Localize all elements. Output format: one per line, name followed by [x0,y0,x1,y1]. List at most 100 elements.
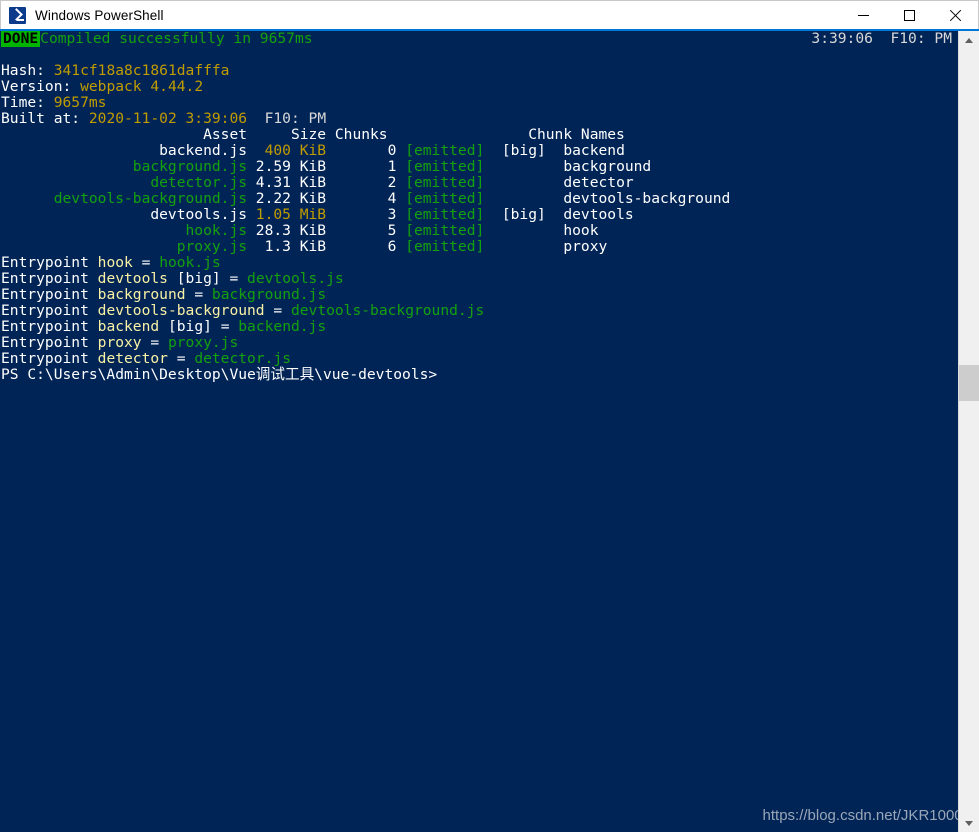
entrypoint-equals: = [194,286,212,303]
gap-a [396,238,405,255]
space-1 [45,62,54,79]
entrypoint-list: Entrypoint hook = hook.js Entrypoint devt… [0,255,958,367]
scroll-down-button[interactable] [959,814,979,832]
entrypoint-equals: = [176,350,195,367]
asset-name: detector.js [1,174,248,191]
asset-chunk-id: 6 [326,238,397,255]
close-button[interactable] [932,1,978,30]
version-value: webpack 4.44.2 [80,78,204,95]
entrypoint-row: Entrypoint background = background.js [0,287,958,303]
time-label: Time: [1,94,45,111]
scroll-up-icon [965,37,973,43]
entrypoint-big-flag: [big] [167,318,221,335]
entrypoint-keyword: Entrypoint [1,254,98,271]
header-gap [396,126,528,143]
asset-table-row: background.js 2.59 KiB 1 [emitted] backg… [0,159,958,175]
status-right-overlay: 3:39:06 F10: PM [811,31,952,47]
entrypoint-name: detector [97,350,168,367]
asset-size: 2.59 KiB [247,158,327,175]
space-5 [247,110,265,127]
entrypoint-keyword: Entrypoint [1,270,98,287]
asset-table-header: Asset Size Chunks Chunk Names [0,127,958,143]
gap-a [396,190,405,207]
entrypoint-name: hook [97,254,133,271]
hash-label: Hash: [1,62,45,79]
entrypoint-equals: = [220,318,239,335]
maximize-icon [903,9,915,21]
asset-size: 2.22 KiB [247,190,327,207]
console-output[interactable]: DONE Compiled successfully in 9657ms 3:39:… [0,31,958,832]
gap-b [159,318,168,335]
time-line: Time: 9657ms [0,95,958,111]
entrypoint-row: Entrypoint proxy = proxy.js [0,335,958,351]
close-icon [949,9,962,22]
powershell-icon [9,6,26,24]
asset-emitted-flag: [emitted] [405,158,502,175]
asset-big-flag: [big] [501,142,564,159]
gap-b [186,286,195,303]
entrypoint-file: backend.js [238,318,327,335]
prompt-path: PS C:\Users\Admin\Desktop\Vue调试工具\vue-de… [1,366,438,383]
window-title: Windows PowerShell [35,7,164,23]
asset-name: hook.js [1,222,248,239]
asset-chunk-id: 2 [326,174,397,191]
entrypoint-name: backend [97,318,160,335]
powershell-window: Windows PowerShell DONE Compiled successf… [0,0,979,832]
entrypoint-file: devtools-background.js [290,302,485,319]
minimize-icon [857,14,869,16]
hash-line: Hash: 341cf18a8c1861dafffa [0,63,958,79]
gap-a [396,206,405,223]
asset-big-flag [502,174,564,191]
gap-a [396,174,405,191]
asset-table-row: detector.js 4.31 KiB 2 [emitted] detecto… [0,175,958,191]
asset-name: backend.js [1,142,248,159]
asset-big-flag [502,222,564,239]
asset-name: background.js [1,158,248,175]
entrypoint-name: background [97,286,186,303]
version-line: Version: webpack 4.44.2 [0,79,958,95]
built-at-line: Built at: 2020-11-02 3:39:06 F10: PM [0,111,958,127]
asset-name: proxy.js [1,238,248,255]
entrypoint-file: devtools.js [247,270,344,287]
entrypoint-keyword: Entrypoint [1,286,98,303]
entrypoint-keyword: Entrypoint [1,318,98,335]
asset-size: 1.05 MiB [247,206,327,223]
asset-table-row: hook.js 28.3 KiB 5 [emitted] hook [0,223,958,239]
asset-table-row: devtools.js 1.05 MiB 3 [emitted] [big] d… [0,207,958,223]
asset-table-body: backend.js 400 KiB 0 [emitted] [big] bac… [0,143,958,255]
space-2 [71,78,80,95]
window-controls [840,1,978,30]
asset-name: devtools.js [1,206,248,223]
minimize-button[interactable] [840,1,886,30]
entrypoint-name: proxy [97,334,142,351]
asset-big-flag [502,238,564,255]
asset-big-flag [502,158,564,175]
compile-message: Compiled successfully in 9657ms [40,31,313,47]
console-scrollbar[interactable] [958,31,979,832]
version-label: Version: [1,78,72,95]
entrypoint-big-flag: [big] [176,270,230,287]
entrypoint-row: Entrypoint devtools-background = devtool… [0,303,958,319]
gap-b [168,270,177,287]
entrypoint-row: Entrypoint backend [big] = backend.js [0,319,958,335]
entrypoint-name: devtools [97,270,168,287]
scroll-up-button[interactable] [959,31,979,49]
entrypoint-file: hook.js [159,254,221,271]
header-size: Size [247,126,327,143]
asset-size: 28.3 KiB [247,222,327,239]
entrypoint-equals: = [150,334,168,351]
entrypoint-row: Entrypoint devtools [big] = devtools.js [0,271,958,287]
scrollbar-thumb[interactable] [959,365,979,401]
entrypoint-equals: = [229,270,248,287]
prompt-line[interactable]: PS C:\Users\Admin\Desktop\Vue调试工具\vue-de… [0,367,958,383]
maximize-button[interactable] [886,1,932,30]
asset-chunk-id: 4 [326,190,397,207]
built-value: 2020-11-02 3:39:06 [88,110,248,127]
space-4 [80,110,89,127]
asset-size: 4.31 KiB [247,174,327,191]
asset-chunk-name: devtools [563,206,634,223]
title-bar[interactable]: Windows PowerShell [0,0,979,29]
built-label: Built at: [1,110,81,127]
asset-table-row: backend.js 400 KiB 0 [emitted] [big] bac… [0,143,958,159]
asset-emitted-flag: [emitted] [405,142,502,159]
